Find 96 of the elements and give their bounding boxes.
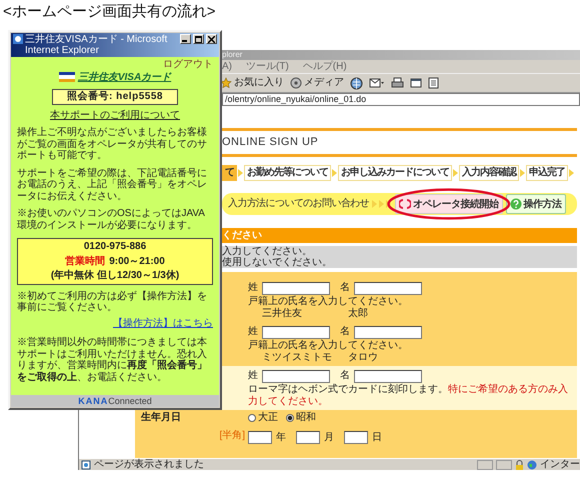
progress-step: お申し込みカードについて xyxy=(338,165,452,181)
page-heading: ONLINE SIGN UP xyxy=(222,136,318,150)
note-text: 使用しないでください。 xyxy=(222,257,333,268)
minimize-button[interactable] xyxy=(180,34,191,44)
date-field[interactable] xyxy=(248,431,272,444)
field-label: 姓 xyxy=(248,370,258,382)
radio-button[interactable] xyxy=(248,414,256,422)
card-icon xyxy=(58,72,75,82)
globe-icon xyxy=(527,460,537,470)
paragraph: ※お使いのパソコンのOSによってはJAVA環境のインストールが必要になります。 xyxy=(17,208,206,231)
hint-text: [半角] xyxy=(219,430,246,442)
menu-item[interactable]: A) xyxy=(222,60,232,72)
envelope-icon[interactable] xyxy=(369,77,385,89)
printer-icon[interactable] xyxy=(391,77,404,89)
about-link[interactable]: 本サポートのご利用について xyxy=(50,110,180,121)
example-text: 三井住友 xyxy=(262,308,303,320)
date-field[interactable] xyxy=(296,431,320,444)
progress-step: 入力内容確認 xyxy=(459,165,519,181)
help-label: 入力方法についてのお問い合わせ xyxy=(228,198,370,210)
phone-number: 0120-975-886 xyxy=(84,241,146,252)
example-text: 太郎 xyxy=(348,308,368,320)
field-label: 名 xyxy=(340,370,350,382)
logo-text: KANA xyxy=(78,396,108,406)
help-icon xyxy=(510,198,522,210)
closed-days-text: (年中無休 但し12/30～1/3休) xyxy=(50,270,180,282)
given-name-field[interactable] xyxy=(354,282,422,294)
zone-text: インター xyxy=(540,458,580,470)
arcs-icon xyxy=(399,198,412,210)
radio-label[interactable]: 大正 xyxy=(258,412,278,424)
radio-label[interactable]: 昭和 xyxy=(296,412,316,424)
note-text: ※初めてご利用の方は必ず【操作方法】を事前にご覧ください。 xyxy=(17,290,208,314)
close-icon xyxy=(208,36,215,42)
window-title: 三井住友VISAカード - Microsoft Internet Explorer xyxy=(25,34,168,56)
radio-button[interactable] xyxy=(286,414,294,422)
note-text: ※営業時間以外の時間帯につきましては本サポートはご利用いただけません。恐れ入りますが、営業時間内に再度「照会番号」をご取得の上、お電話ください。 xyxy=(17,337,208,383)
surname-field[interactable] xyxy=(262,326,330,338)
field-label: 年 xyxy=(276,432,286,444)
section-title: ください xyxy=(222,228,577,243)
arrow-icon xyxy=(520,169,525,177)
arrow-icon xyxy=(238,169,243,177)
paragraph: サポートをご希望の際は、下記電話番号にお電話のうえ、上記「照会番号」をオペレータにお伝えください。 xyxy=(17,168,208,202)
guide-link[interactable]: 【操作方法】はこちら xyxy=(113,318,213,329)
field-label: 姓 xyxy=(248,326,258,338)
given-name-field[interactable] xyxy=(354,370,422,382)
note-text: 入力してください。 xyxy=(222,246,313,257)
progress-step: て xyxy=(222,165,237,181)
lock-icon xyxy=(515,460,524,470)
window-title: plorer xyxy=(222,50,242,59)
document-icon[interactable] xyxy=(428,77,439,89)
hint-text: 戸籍上の氏名を入力してください。 xyxy=(248,340,409,352)
star-icon[interactable] xyxy=(220,77,232,89)
maximize-button[interactable] xyxy=(193,34,204,44)
operator-connect-button[interactable]: オペレータ接続開始 xyxy=(395,194,503,214)
arrow-icon xyxy=(569,169,574,177)
arrow-icon xyxy=(332,169,337,177)
hint-text: 戸籍上の氏名を入力してください。 xyxy=(248,296,409,308)
field-label: 生年月日 xyxy=(140,412,182,424)
example-text: タロウ xyxy=(348,352,378,364)
surname-field[interactable] xyxy=(262,282,330,294)
logo-suffix: Connected xyxy=(108,396,152,406)
favorites-button[interactable]: お気に入り xyxy=(220,77,284,89)
menu-item[interactable]: ヘルプ(H) xyxy=(302,60,347,72)
status-pane xyxy=(496,460,512,470)
browser-icon xyxy=(13,34,23,44)
address-field[interactable]: /olentry/online_nyukai/online_01.do xyxy=(222,93,580,106)
field-label: 名 xyxy=(340,326,350,338)
field-label: 月 xyxy=(324,432,334,444)
example-text: ミツイスミトモ xyxy=(262,352,333,364)
window-icon[interactable] xyxy=(410,77,422,89)
field-label: 日 xyxy=(372,432,382,444)
media-button[interactable]: メディア xyxy=(290,77,344,89)
menu-item[interactable]: ツール(T) xyxy=(246,60,289,72)
brand-name: 三井住友VISAカード xyxy=(78,72,172,83)
chevrons-icon xyxy=(372,200,392,208)
disc-icon[interactable] xyxy=(290,77,302,89)
progress-step: お勤め先等について xyxy=(244,165,331,181)
field-label: 名 xyxy=(340,282,350,294)
progress-step: 申込完了 xyxy=(526,165,568,181)
hint-text: ローマ字はヘボン式でカードに刻印します。特にご希望のある方のみ入力してください。 xyxy=(248,384,569,408)
reference-number: 照会番号: help5558 xyxy=(52,89,178,104)
close-button[interactable] xyxy=(206,34,217,44)
paragraph: 操作上ご不明な点がございましたらお客様がご覧の画面をオペレータが共有してのサポートも可能です。 xyxy=(17,127,208,162)
field-label: 姓 xyxy=(248,282,258,294)
page-title: <ホームページ画面共有の流れ> xyxy=(3,2,216,22)
given-name-field[interactable] xyxy=(354,326,422,338)
arrow-icon xyxy=(453,169,458,177)
status-pane xyxy=(477,460,493,470)
status-text: ページが表示されました xyxy=(94,458,204,470)
logout-link[interactable]: ログアウト xyxy=(163,59,213,70)
hours-text: 9:00～21:00 xyxy=(109,256,165,267)
date-field[interactable] xyxy=(344,431,368,444)
surname-field[interactable] xyxy=(262,370,330,382)
maximize-icon xyxy=(195,36,202,42)
globe-icon[interactable] xyxy=(350,76,363,90)
hours-label: 営業時間 xyxy=(65,256,106,267)
guide-button[interactable]: 操作方法 xyxy=(506,194,566,214)
